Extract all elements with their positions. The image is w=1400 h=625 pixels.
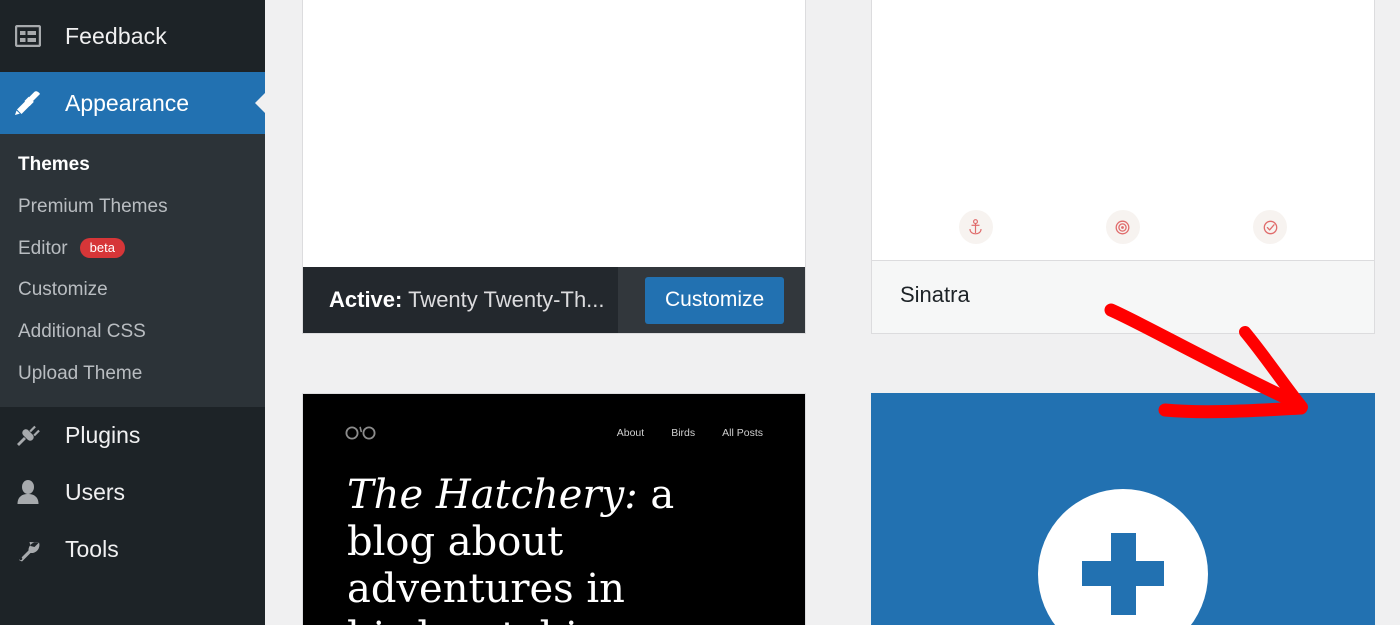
active-label: Active: (329, 287, 403, 312)
sidebar-item-upload-theme[interactable]: Upload Theme (0, 353, 265, 395)
active-theme-bar: Active: Twenty Twenty-Th... Customize (303, 267, 805, 333)
sidebar-item-feedback[interactable]: Feedback (0, 0, 265, 72)
plus-icon (1038, 488, 1208, 625)
sidebar-item-label: Plugins (65, 421, 141, 448)
sidebar-item-appearance[interactable]: Appearance (0, 72, 265, 134)
tt2-headline-italic: The Hatchery: (347, 472, 638, 518)
check-circle-icon (1253, 210, 1288, 244)
sidebar-item-users[interactable]: Users (0, 463, 265, 521)
sidebar-item-label: Tools (65, 535, 119, 562)
sidebar-item-themes[interactable]: Themes (0, 144, 265, 186)
active-theme-info: Active: Twenty Twenty-Th... (303, 267, 618, 333)
themes-grid: Get daily reflections Active: Twenty T (302, 0, 1397, 625)
submenu-label: Editor (18, 237, 68, 259)
nav-link-birds: Birds (671, 427, 696, 439)
sinatra-preview (872, 0, 1374, 260)
sidebar-item-label: Appearance (65, 89, 190, 116)
themes-content-area: Get daily reflections Active: Twenty T (265, 0, 1400, 625)
target-icon (1105, 210, 1140, 244)
sidebar-item-premium-themes[interactable]: Premium Themes (0, 186, 265, 228)
current-menu-arrow-icon (255, 93, 265, 113)
theme-card-active[interactable]: Get daily reflections Active: Twenty T (302, 0, 806, 334)
add-new-theme-card[interactable]: Add New Theme (871, 393, 1375, 625)
plug-icon (13, 420, 43, 450)
theme-name: Sinatra (900, 282, 970, 307)
theme-card-twenty-twenty-two[interactable]: About Birds All Posts The Hatchery: a bl… (302, 393, 806, 625)
beta-badge: beta (79, 238, 125, 259)
sidebar-item-editor[interactable]: Editor beta (0, 228, 265, 270)
tt2-preview: About Birds All Posts The Hatchery: a bl… (303, 394, 805, 625)
submenu-label: Customize (18, 279, 108, 301)
tt2-preview-nav: About Birds All Posts (617, 427, 763, 439)
customize-button[interactable]: Customize (645, 276, 785, 324)
user-icon (13, 477, 43, 507)
sidebar-item-label: Feedback (65, 22, 167, 49)
submenu-label: Upload Theme (18, 362, 143, 384)
admin-sidebar: Feedback Appearance Themes Premium Theme… (0, 0, 265, 625)
feedback-form-icon (13, 21, 43, 51)
theme-card-sinatra[interactable]: Sinatra (871, 0, 1375, 334)
submenu-label: Themes (18, 154, 90, 175)
active-theme-text: Active: Twenty Twenty-Th... (329, 287, 605, 313)
active-theme-name: Twenty Twenty-Th... (408, 287, 605, 312)
tt2-headline: The Hatchery: a blog about adventures in… (303, 440, 703, 625)
oo-logo-icon (345, 426, 377, 440)
sinatra-feature-icons (872, 210, 1374, 260)
appearance-submenu: Themes Premium Themes Editor beta Custom… (0, 134, 265, 407)
paintbrush-icon (13, 88, 43, 118)
wrench-icon (13, 534, 43, 564)
sidebar-item-customize[interactable]: Customize (0, 269, 265, 311)
tt2-preview-header: About Birds All Posts (303, 394, 805, 440)
sidebar-item-plugins[interactable]: Plugins (0, 406, 265, 464)
nav-link-all-posts: All Posts (722, 427, 763, 439)
sidebar-item-tools[interactable]: Tools (0, 520, 265, 578)
theme-screenshot: Get daily reflections (303, 0, 805, 260)
sidebar-item-additional-css[interactable]: Additional CSS (0, 311, 265, 353)
theme-screenshot (872, 0, 1374, 260)
sidebar-item-label: Users (65, 478, 126, 505)
submenu-label: Additional CSS (18, 321, 146, 342)
theme-screenshot: About Birds All Posts The Hatchery: a bl… (303, 394, 805, 625)
themes-row: Get daily reflections Active: Twenty T (302, 0, 1397, 334)
theme-card-footer: Sinatra (872, 260, 1374, 333)
themes-row: About Birds All Posts The Hatchery: a bl… (302, 393, 1397, 625)
nav-link-about: About (616, 427, 645, 439)
submenu-label: Premium Themes (18, 195, 168, 217)
wordpress-themes-screen: Feedback Appearance Themes Premium Theme… (0, 0, 1400, 625)
anchor-icon (958, 210, 993, 244)
